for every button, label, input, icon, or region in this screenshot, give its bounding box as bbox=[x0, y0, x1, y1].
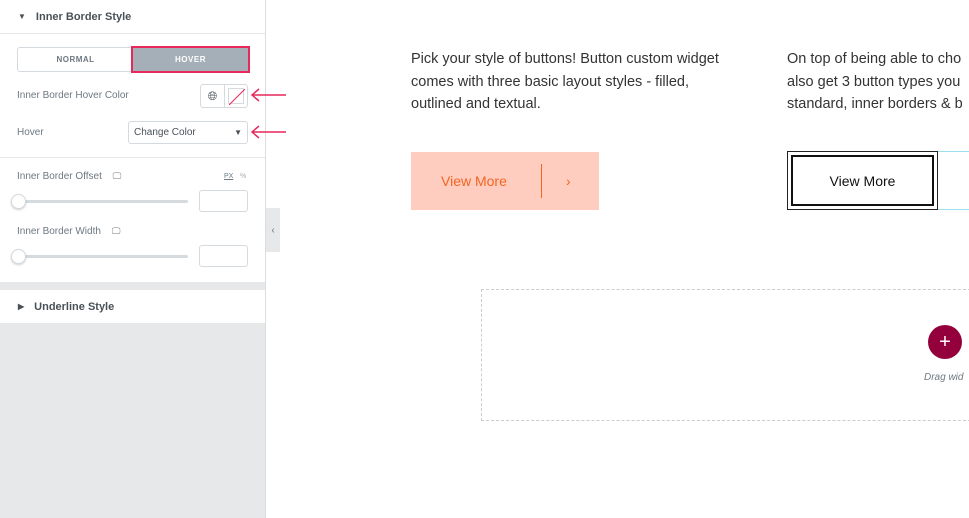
tab-hover[interactable]: HOVER bbox=[131, 46, 250, 73]
color-control: 🌐︎ bbox=[200, 84, 248, 108]
globe-icon[interactable]: 🌐︎ bbox=[201, 85, 225, 107]
add-section-button[interactable]: + bbox=[928, 325, 962, 359]
unit-percent[interactable]: % bbox=[240, 173, 246, 180]
hover-color-label: Inner Border Hover Color bbox=[17, 90, 129, 101]
button-label: View More bbox=[441, 173, 507, 189]
drop-zone[interactable] bbox=[481, 289, 969, 421]
divider bbox=[0, 157, 265, 158]
view-more-button-filled[interactable]: View More › bbox=[411, 152, 599, 210]
plus-icon: + bbox=[939, 330, 951, 353]
button-divider bbox=[541, 164, 542, 198]
desktop-icon: 🖵︎ bbox=[112, 171, 122, 181]
caret-down-icon: ▼ bbox=[18, 12, 26, 21]
offset-label: Inner Border Offset 🖵︎ bbox=[17, 171, 122, 182]
collapse-panel-button[interactable]: ‹ bbox=[266, 208, 280, 252]
offset-input[interactable] bbox=[199, 190, 248, 212]
chevron-right-icon: › bbox=[566, 173, 571, 189]
settings-panel: ▼ Inner Border Style NORMAL HOVER Inner B… bbox=[0, 0, 286, 518]
caret-right-icon: ▶ bbox=[18, 302, 25, 311]
slider-handle[interactable] bbox=[11, 194, 26, 209]
color-swatch[interactable] bbox=[228, 88, 245, 105]
arrow-left-icon bbox=[250, 88, 286, 102]
section-title: Inner Border Style bbox=[35, 10, 132, 23]
section-title: Underline Style bbox=[34, 300, 115, 313]
hover-select[interactable]: Change Color ▼ bbox=[128, 121, 248, 144]
caret-down-icon: ▼ bbox=[234, 128, 242, 137]
offset-slider[interactable] bbox=[11, 194, 188, 209]
unit-px[interactable]: PX bbox=[224, 173, 233, 180]
state-tabs: NORMAL HOVER bbox=[17, 46, 250, 73]
width-input[interactable] bbox=[199, 245, 248, 267]
desktop-icon: 🖵︎ bbox=[111, 226, 121, 236]
drag-widget-text: Drag wid bbox=[924, 372, 964, 383]
button-label: View More bbox=[791, 155, 934, 206]
hover-select-value: Change Color bbox=[134, 127, 196, 138]
view-more-button-inner-border[interactable]: View More bbox=[787, 151, 938, 210]
width-label: Inner Border Width 🖵︎ bbox=[17, 226, 121, 237]
tab-normal[interactable]: NORMAL bbox=[18, 48, 133, 71]
underline-style-section: ▶ Underline Style bbox=[0, 290, 265, 323]
section-header-inner-border[interactable]: ▼ Inner Border Style bbox=[0, 0, 265, 34]
arrow-left-icon bbox=[250, 125, 286, 139]
section-header-underline[interactable]: ▶ Underline Style bbox=[0, 290, 265, 323]
hover-label: Hover bbox=[17, 127, 44, 138]
inner-border-style-section: ▼ Inner Border Style NORMAL HOVER Inner B… bbox=[0, 0, 286, 282]
paragraph-1: Pick your style of buttons! Button custo… bbox=[411, 51, 719, 112]
paragraph-2: On top of being able to cho also get 3 bu… bbox=[787, 51, 963, 112]
width-slider[interactable] bbox=[11, 249, 188, 264]
slider-handle[interactable] bbox=[11, 249, 26, 264]
